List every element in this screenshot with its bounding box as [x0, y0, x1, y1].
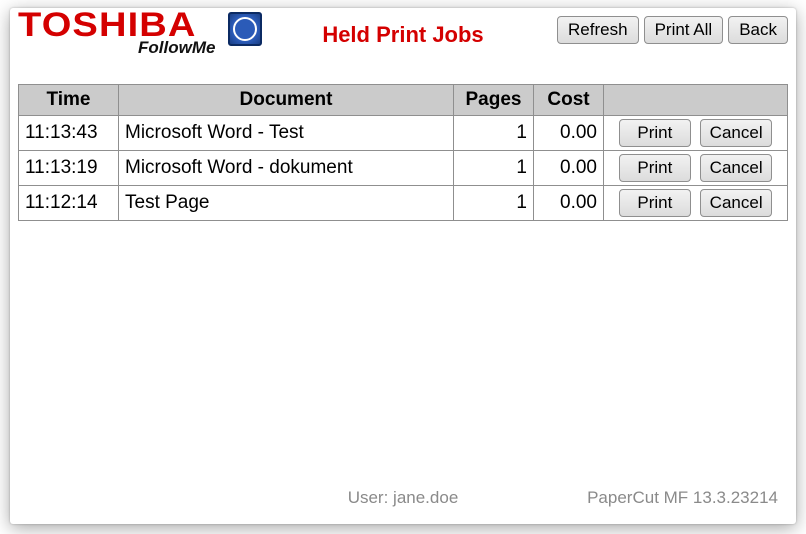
row-print-button[interactable]: Print — [619, 189, 691, 217]
col-time: Time — [19, 85, 119, 116]
header-bar: TOSHIBA FollowMe Held Print Jobs Refresh… — [10, 8, 796, 68]
print-all-button[interactable]: Print All — [644, 16, 724, 44]
cell-cost: 0.00 — [534, 116, 604, 151]
table-row: 11:13:43 Microsoft Word - Test 1 0.00 Pr… — [19, 116, 788, 151]
table-row: 11:13:19 Microsoft Word - dokument 1 0.0… — [19, 151, 788, 186]
cell-document: Microsoft Word - dokument — [119, 151, 454, 186]
footer-app-label: PaperCut MF 13.3.23214 — [587, 488, 778, 508]
col-document: Document — [119, 85, 454, 116]
cell-cost: 0.00 — [534, 186, 604, 221]
row-cancel-button[interactable]: Cancel — [700, 119, 772, 147]
cell-pages: 1 — [454, 116, 534, 151]
cell-pages: 1 — [454, 186, 534, 221]
cell-actions: Print Cancel — [604, 116, 788, 151]
cell-time: 11:12:14 — [19, 186, 119, 221]
cell-document: Test Page — [119, 186, 454, 221]
back-button[interactable]: Back — [728, 16, 788, 44]
table-header-row: Time Document Pages Cost — [19, 85, 788, 116]
jobs-table: Time Document Pages Cost 11:13:43 Micros… — [18, 84, 788, 221]
col-actions — [604, 85, 788, 116]
refresh-button[interactable]: Refresh — [557, 16, 639, 44]
header-actions: Refresh Print All Back — [557, 16, 788, 44]
app-window: TOSHIBA FollowMe Held Print Jobs Refresh… — [10, 8, 796, 524]
cell-pages: 1 — [454, 151, 534, 186]
cell-time: 11:13:19 — [19, 151, 119, 186]
cell-cost: 0.00 — [534, 151, 604, 186]
footer: User: jane.doe PaperCut MF 13.3.23214 — [10, 488, 796, 510]
row-cancel-button[interactable]: Cancel — [700, 189, 772, 217]
row-print-button[interactable]: Print — [619, 119, 691, 147]
cell-time: 11:13:43 — [19, 116, 119, 151]
col-pages: Pages — [454, 85, 534, 116]
table-row: 11:12:14 Test Page 1 0.00 Print Cancel — [19, 186, 788, 221]
cell-actions: Print Cancel — [604, 186, 788, 221]
jobs-table-wrap: Time Document Pages Cost 11:13:43 Micros… — [18, 84, 788, 221]
row-print-button[interactable]: Print — [619, 154, 691, 182]
cell-actions: Print Cancel — [604, 151, 788, 186]
cell-document: Microsoft Word - Test — [119, 116, 454, 151]
col-cost: Cost — [534, 85, 604, 116]
row-cancel-button[interactable]: Cancel — [700, 154, 772, 182]
